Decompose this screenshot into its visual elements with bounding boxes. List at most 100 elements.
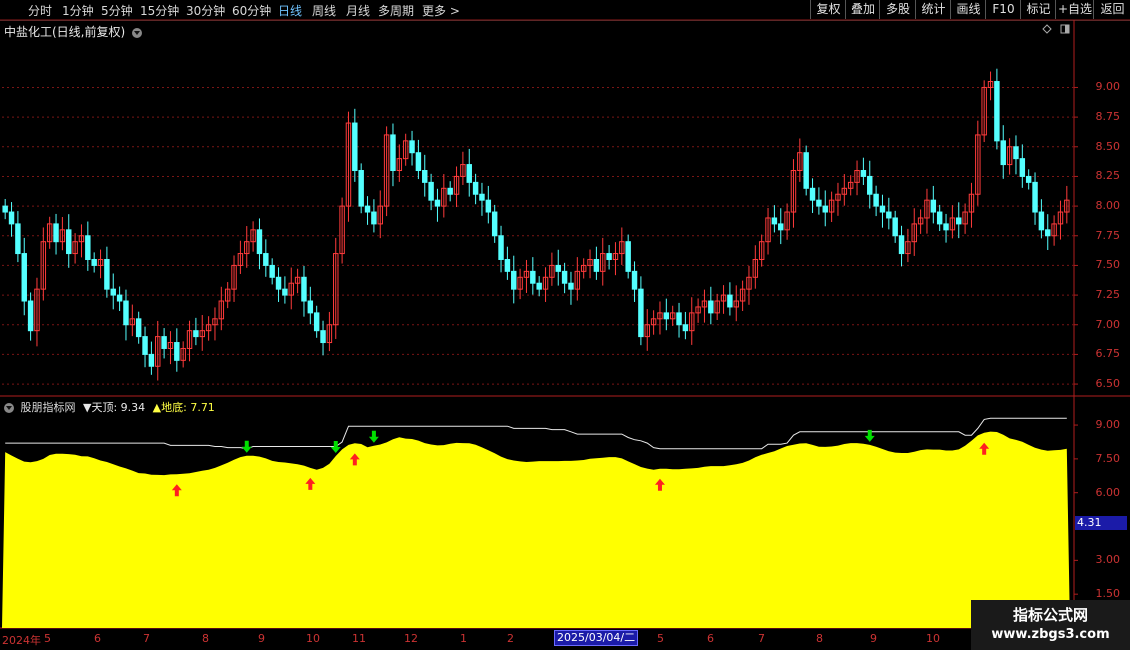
candle-body [1013,146,1019,160]
date-tick-label: 5 [44,632,51,645]
date-tick-label: 9 [258,632,265,645]
candle-body [390,134,396,172]
indicator-name: 股朋指标网 [20,401,76,414]
sell-signal-arrow [368,430,379,443]
candle-body [409,140,415,154]
top-value-label: ▼天顶: 9.34 [83,401,146,414]
date-tick-label: 1 [460,632,467,645]
date-tick-label: 8 [202,632,209,645]
candle-body [771,217,778,225]
candle-body [822,205,828,213]
candle-body [27,300,34,332]
price-tick-label: 7.50 [1095,258,1121,272]
candle-body [816,199,822,207]
price-tick-label: 6.75 [1095,347,1121,361]
candle-body [638,288,644,338]
candle-body [53,223,59,243]
candle-body [708,300,714,314]
candle-body [364,205,371,213]
candle-body [530,270,536,284]
price-tick-label: 7.75 [1095,228,1121,242]
candle-body [91,258,97,266]
sell-signal-arrow [330,440,341,453]
watermark-url: www.zbgs3.com [991,627,1110,642]
candle-body [263,253,269,266]
candle-body [994,81,1000,142]
indicator-tick-label: 1.50 [1095,587,1121,601]
candle-body [676,312,682,326]
candle-body [415,152,422,172]
candle-body [275,276,282,290]
watermark-title: 指标公式网 [1012,606,1088,624]
indicator-tick-label: 9.00 [1095,418,1121,432]
candle-body [313,312,320,332]
candle-body [682,324,689,332]
date-tick-label: 12 [404,632,418,645]
candle-body [936,211,943,225]
candle-body [809,187,816,201]
candle-body [1025,175,1032,183]
price-tick-label: 7.25 [1095,288,1121,302]
candle-body [631,270,638,290]
candle-body [428,181,434,201]
candle-body [142,336,148,355]
candle-body [956,217,962,225]
candle-body [256,229,263,255]
candle-body [174,342,180,361]
candle-body [943,223,949,231]
candle-body [301,276,307,302]
candle-body [511,270,517,290]
candle-body [15,223,21,255]
candle-body [892,217,898,237]
candle-body [727,294,733,308]
indicator-yellow-area [2,431,1070,628]
candle-body [1032,181,1038,213]
candle-body [282,288,288,296]
candle-body [593,258,600,272]
date-tick-label: 5 [657,632,664,645]
indicator-tick-label: 3.00 [1095,553,1121,567]
candle-body [504,258,511,272]
candle-body [110,288,116,296]
main-price-chart[interactable] [0,0,1130,650]
candle-body [930,199,937,213]
candle-body [66,229,72,255]
bottom-value-label: ▲地底: 7.71 [152,401,215,414]
price-tick-label: 8.25 [1095,169,1121,183]
candle-body [358,170,364,207]
date-tick-label: 7 [758,632,765,645]
candle-body [663,312,670,320]
candle-body [1000,140,1006,166]
candle-body [568,282,574,290]
price-tick-label: 8.00 [1095,199,1121,213]
candle-body [803,152,809,189]
candle-body [1038,211,1045,231]
date-tick-label: 6 [94,632,101,645]
candle-body [1019,158,1026,177]
candle-body [352,122,358,172]
date-tick-label: 10 [306,632,320,645]
price-tick-label: 8.50 [1095,139,1121,153]
candle-body [466,164,472,183]
chevron-down-icon[interactable] [4,403,14,413]
candle-body [269,264,275,278]
price-tick-label: 8.75 [1095,110,1121,124]
date-tick-label: 9 [870,632,877,645]
candle-body [485,199,492,213]
price-tick-label: 6.50 [1095,377,1121,391]
candle-body [778,223,784,231]
candle-body [447,187,453,195]
candle-body [873,193,879,207]
date-tick-label: 2024年 [2,634,41,647]
candle-body [116,294,123,302]
candle-body [472,181,479,195]
candle-body [307,300,314,314]
candle-body [21,253,27,302]
candle-body [479,193,485,201]
candle-body [148,353,155,367]
candle-body [561,270,568,284]
candle-body [867,175,873,195]
date-tick-label: 2 [507,632,514,645]
candle-body [491,211,498,237]
price-tick-label: 7.00 [1095,317,1121,331]
